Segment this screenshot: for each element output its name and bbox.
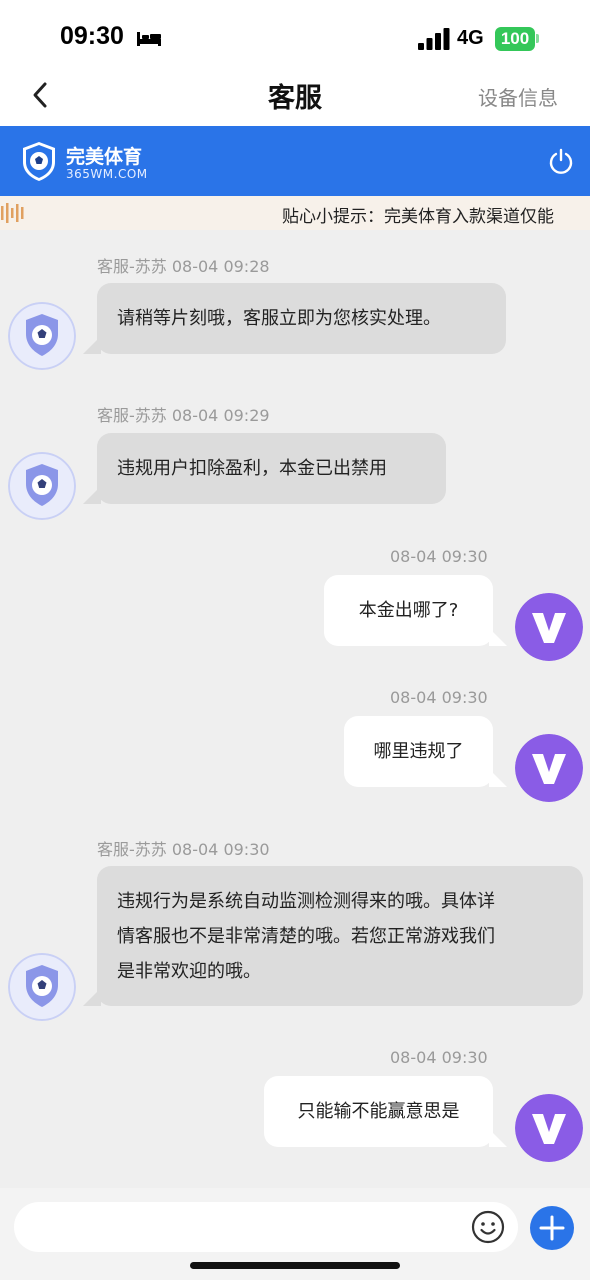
message-input[interactable] xyxy=(14,1202,518,1252)
signal-icon xyxy=(418,28,450,50)
agent-message-bubble: 违规行为是系统自动监测检测得来的哦。具体详 情客服也不是非常清楚的哦。若您正常游… xyxy=(83,866,583,1006)
nav-bar: 客服 设备信息 xyxy=(0,66,590,126)
agent-avatar-icon xyxy=(8,452,76,520)
notice-marquee: 贴心小提示：完美体育入款渠道仅能 xyxy=(0,196,590,230)
brand-banner: 完美体育 365WM.COM xyxy=(0,126,590,196)
bed-icon xyxy=(137,32,161,46)
user-avatar-icon xyxy=(515,593,583,661)
agent-message-bubble: 违规用户扣除盈利，本金已出禁用 xyxy=(83,433,446,504)
battery-tip xyxy=(536,34,539,43)
agent-avatar-icon xyxy=(8,953,76,1021)
message-text: 本金出哪了? xyxy=(358,600,459,621)
message-text-line: 情客服也不是非常清楚的哦。若您正常游戏我们 xyxy=(117,926,495,947)
home-indicator xyxy=(190,1262,400,1269)
battery-icon: 100 xyxy=(495,27,535,51)
notice-text: 贴心小提示：完美体育入款渠道仅能 xyxy=(282,207,554,227)
status-bar: 09:30 4G 100 xyxy=(0,0,590,66)
message-text-line: 是非常欢迎的哦。 xyxy=(117,961,261,982)
user-message-bubble: 本金出哪了? xyxy=(324,575,507,646)
message-meta: 客服-苏苏 08-04 09:30 xyxy=(97,840,270,859)
network-label: 4G xyxy=(457,27,484,49)
message-meta: 08-04 09:30 xyxy=(390,1048,488,1067)
message-text: 违规用户扣除盈利，本金已出禁用 xyxy=(117,458,387,479)
user-message-bubble: 只能输不能赢意思是 xyxy=(264,1076,507,1147)
user-avatar-icon xyxy=(515,734,583,802)
user-avatar-icon xyxy=(515,1094,583,1162)
message-meta: 08-04 09:30 xyxy=(390,688,488,707)
status-time: 09:30 xyxy=(60,22,124,50)
chat-area[interactable]: 客服-苏苏 08-04 09:28 请稍等片刻哦，客服立即为您核实处理。 客服-… xyxy=(0,230,590,1188)
power-icon[interactable] xyxy=(548,148,574,174)
brand-name: 完美体育 xyxy=(66,146,143,168)
shield-ball-logo-icon xyxy=(23,142,55,181)
message-text: 请稍等片刻哦，客服立即为您核实处理。 xyxy=(117,308,441,329)
user-message-bubble: 哪里违规了 xyxy=(344,716,507,787)
agent-avatar-icon xyxy=(8,302,76,370)
message-text: 哪里违规了 xyxy=(373,741,464,762)
plus-icon xyxy=(539,1215,565,1241)
message-meta: 08-04 09:30 xyxy=(390,547,488,566)
message-meta: 客服-苏苏 08-04 09:28 xyxy=(97,257,270,276)
brand-domain: 365WM.COM xyxy=(66,167,148,181)
agent-message-bubble: 请稍等片刻哦，客服立即为您核实处理。 xyxy=(83,283,506,354)
add-attachment-button[interactable] xyxy=(530,1206,574,1250)
message-text-line: 违规行为是系统自动监测检测得来的哦。具体详 xyxy=(117,891,495,912)
emoji-icon[interactable] xyxy=(471,1210,505,1244)
message-text: 只能输不能赢意思是 xyxy=(297,1101,460,1122)
message-meta: 客服-苏苏 08-04 09:29 xyxy=(97,406,270,425)
device-info-button[interactable]: 设备信息 xyxy=(478,82,558,111)
sound-wave-icon xyxy=(1,203,24,223)
